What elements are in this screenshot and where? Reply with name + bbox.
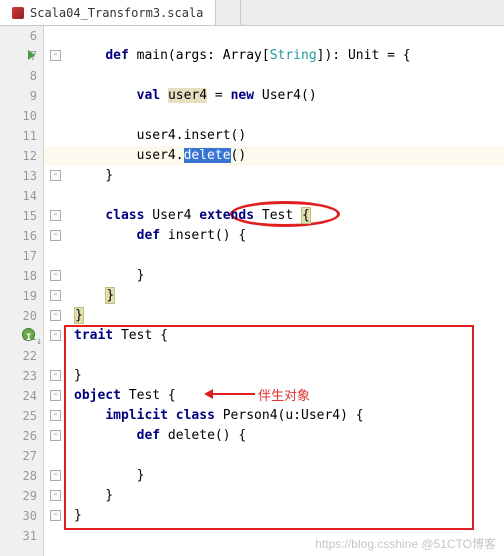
tab-label: Scala04_Transform3.scala (30, 6, 203, 20)
line-number: 31 (0, 526, 37, 546)
code-line[interactable]: implicit class Person4(u:User4) {- (44, 406, 504, 426)
code-line[interactable] (44, 446, 504, 466)
line-number: 7 (0, 46, 37, 66)
code-line[interactable]: class User4 extends Test {- (44, 206, 504, 226)
tab-empty[interactable] (216, 0, 241, 25)
code-line[interactable]: }- (44, 286, 504, 306)
fold-toggle-icon[interactable]: - (50, 470, 61, 481)
code-editor: 6789101112131415161718192021↓22232425262… (0, 26, 504, 556)
line-number: 28 (0, 466, 37, 486)
line-number: 16 (0, 226, 37, 246)
fold-toggle-icon[interactable]: - (50, 210, 61, 221)
fold-toggle-icon[interactable]: - (50, 430, 61, 441)
code-line[interactable] (44, 106, 504, 126)
line-number: 25 (0, 406, 37, 426)
line-number: 21↓ (0, 326, 37, 346)
fold-toggle-icon[interactable]: - (50, 410, 61, 421)
line-number: 10 (0, 106, 37, 126)
code-line[interactable]: object Test {- (44, 386, 504, 406)
line-number: 13 (0, 166, 37, 186)
code-line[interactable] (44, 346, 504, 366)
line-number: 23 (0, 366, 37, 386)
fold-toggle-icon[interactable]: - (50, 50, 61, 61)
line-number: 6 (0, 26, 37, 46)
code-line[interactable]: }- (44, 466, 504, 486)
code-area[interactable]: 伴生对象 def main(args: Array[String]): Unit… (44, 26, 504, 556)
line-number: 11 (0, 126, 37, 146)
line-number: 30 (0, 506, 37, 526)
fold-toggle-icon[interactable]: - (50, 390, 61, 401)
code-line[interactable] (44, 66, 504, 86)
run-gutter-icon[interactable] (28, 50, 35, 60)
implements-gutter-icon[interactable] (22, 328, 35, 341)
fold-toggle-icon[interactable]: - (50, 310, 61, 321)
fold-toggle-icon[interactable]: - (50, 270, 61, 281)
tab-bar: Scala04_Transform3.scala (0, 0, 504, 26)
line-number: 9 (0, 86, 37, 106)
fold-toggle-icon[interactable]: - (50, 170, 61, 181)
line-number: 20 (0, 306, 37, 326)
code-line[interactable]: }- (44, 306, 504, 326)
line-number-gutter: 6789101112131415161718192021↓22232425262… (0, 26, 44, 556)
fold-toggle-icon[interactable]: - (50, 510, 61, 521)
line-number: 18 (0, 266, 37, 286)
line-number: 29 (0, 486, 37, 506)
code-line[interactable]: }- (44, 366, 504, 386)
code-line[interactable]: user4.insert() (44, 126, 504, 146)
code-line[interactable]: def delete() {- (44, 426, 504, 446)
code-line[interactable]: }- (44, 486, 504, 506)
code-line[interactable] (44, 26, 504, 46)
code-line[interactable]: def main(args: Array[String]): Unit = {- (44, 46, 504, 66)
code-line[interactable]: trait Test {- (44, 326, 504, 346)
tab-scala04-transform3[interactable]: Scala04_Transform3.scala (0, 0, 216, 25)
line-number: 17 (0, 246, 37, 266)
code-line[interactable]: }- (44, 166, 504, 186)
code-line[interactable]: }- (44, 266, 504, 286)
fold-toggle-icon[interactable]: - (50, 230, 61, 241)
line-number: 8 (0, 66, 37, 86)
watermark-text: https://blog.csshine @51CTO博客 (315, 535, 496, 552)
line-number: 19 (0, 286, 37, 306)
line-number: 26 (0, 426, 37, 446)
fold-toggle-icon[interactable]: - (50, 490, 61, 501)
scala-file-icon (12, 7, 24, 19)
line-number: 15 (0, 206, 37, 226)
line-number: 24 (0, 386, 37, 406)
code-line[interactable]: }- (44, 506, 504, 526)
code-line[interactable]: val user4 = new User4() (44, 86, 504, 106)
code-line[interactable]: def insert() {- (44, 226, 504, 246)
line-number: 22 (0, 346, 37, 366)
code-line[interactable]: user4.delete() (44, 146, 504, 166)
code-line[interactable] (44, 186, 504, 206)
line-number: 27 (0, 446, 37, 466)
line-number: 14 (0, 186, 37, 206)
fold-toggle-icon[interactable]: - (50, 330, 61, 341)
fold-toggle-icon[interactable]: - (50, 290, 61, 301)
code-line[interactable] (44, 246, 504, 266)
line-number: 12 (0, 146, 37, 166)
fold-toggle-icon[interactable]: - (50, 370, 61, 381)
